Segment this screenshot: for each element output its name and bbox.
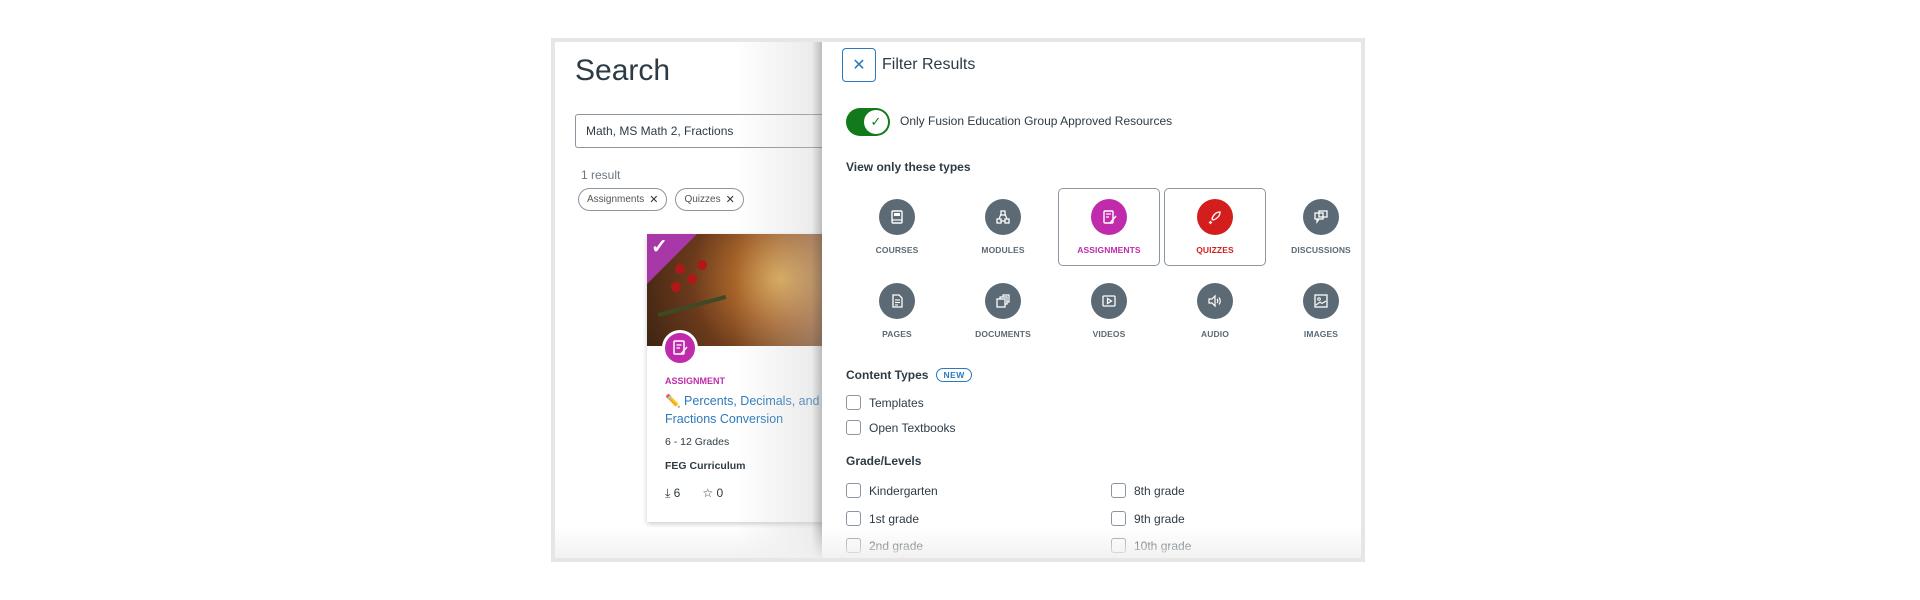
- checkbox-box[interactable]: [1111, 483, 1126, 498]
- favorites-count: 0: [716, 486, 724, 500]
- type-images[interactable]: IMAGES: [1270, 272, 1361, 350]
- search-input[interactable]: Math, MS Math 2, Fractions: [575, 114, 845, 148]
- content-types-label: Content Types: [846, 368, 929, 382]
- checkbox-box[interactable]: [846, 420, 861, 435]
- type-videos[interactable]: VIDEOS: [1058, 272, 1160, 350]
- remove-chip-icon[interactable]: ✕: [726, 193, 735, 206]
- type-filter-grid: COURSES MODULES ASSIGNMENTS QUIZZES DISC…: [846, 188, 1361, 350]
- checkbox-9th-grade[interactable]: 9th grade: [1111, 511, 1185, 526]
- checkbox-box[interactable]: [1111, 538, 1126, 553]
- checkbox-8th-grade[interactable]: 8th grade: [1111, 483, 1185, 498]
- type-quizzes[interactable]: QUIZZES: [1164, 188, 1266, 266]
- type-audio[interactable]: AUDIO: [1164, 272, 1266, 350]
- close-filter-button[interactable]: ✕: [842, 48, 876, 82]
- checkbox-label: 8th grade: [1134, 483, 1185, 498]
- checkbox-open-textbooks[interactable]: Open Textbooks: [846, 420, 956, 435]
- content-types-heading: Content Types NEW: [846, 368, 972, 382]
- close-icon: ✕: [852, 57, 866, 74]
- checkbox-box[interactable]: [1111, 511, 1126, 526]
- card-type-label: ASSIGNMENT: [665, 376, 726, 386]
- type-assignments[interactable]: ASSIGNMENTS: [1058, 188, 1160, 266]
- card-grades: 6 - 12 Grades: [665, 436, 730, 448]
- filter-panel-title: Filter Results: [882, 56, 976, 73]
- checkbox-box[interactable]: [846, 511, 861, 526]
- checkbox-label: 10th grade: [1134, 538, 1192, 553]
- type-discussions[interactable]: DISCUSSIONS: [1270, 188, 1361, 266]
- check-icon: ✓: [864, 110, 888, 134]
- card-stats: ⤓ 6 ☆ 0: [665, 486, 723, 501]
- search-page: Search Math, MS Math 2, Fractions 1 resu…: [555, 42, 845, 558]
- type-label: DOCUMENTS: [975, 329, 1031, 339]
- card-thumbnail: ✓: [647, 234, 837, 346]
- audio-icon: [1197, 283, 1233, 319]
- checkbox-1st-grade[interactable]: 1st grade: [846, 511, 919, 526]
- checkbox-label: Templates: [869, 395, 924, 410]
- quiz-rocket-icon: [1197, 199, 1233, 235]
- approved-resources-toggle[interactable]: ✓: [846, 108, 890, 136]
- type-courses[interactable]: COURSES: [846, 188, 948, 266]
- assignment-icon: [662, 330, 698, 366]
- type-pages[interactable]: PAGES: [846, 272, 948, 350]
- checkmark-icon: ✓: [651, 236, 668, 258]
- type-label: ASSIGNMENTS: [1077, 245, 1141, 255]
- filter-chip-assignments[interactable]: Assignments ✕: [578, 188, 668, 211]
- card-title-link[interactable]: ✏️ Percents, Decimals, and Fractions Con…: [665, 392, 835, 428]
- checkbox-label: 2nd grade: [869, 538, 924, 553]
- app-frame: Search Math, MS Math 2, Fractions 1 resu…: [551, 38, 1365, 562]
- type-label: VIDEOS: [1092, 329, 1126, 339]
- page-icon: [879, 283, 915, 319]
- video-icon: [1091, 283, 1127, 319]
- type-label: COURSES: [875, 245, 919, 255]
- type-label: MODULES: [981, 245, 1025, 255]
- thumbnail-herb: [657, 295, 727, 317]
- modules-icon: [985, 199, 1021, 235]
- checkbox-2nd-grade[interactable]: 2nd grade: [846, 538, 923, 553]
- filter-panel: ✕ Filter Results ✓ Only Fusion Education…: [822, 42, 1361, 558]
- chip-label: Quizzes: [684, 194, 721, 205]
- type-label: DISCUSSIONS: [1291, 245, 1351, 255]
- checkbox-box[interactable]: [846, 395, 861, 410]
- result-card[interactable]: ✓ ASSIGNMENT ✏️ Percents, Decimals, and …: [647, 234, 837, 522]
- course-icon: [879, 199, 915, 235]
- star-icon: ☆: [702, 486, 714, 500]
- toggle-label: Only Fusion Education Group Approved Res…: [900, 114, 1173, 128]
- type-label: AUDIO: [1201, 329, 1229, 339]
- type-label: PAGES: [882, 329, 912, 339]
- active-filter-chips: Assignments ✕ Quizzes ✕: [578, 188, 744, 211]
- checkbox-templates[interactable]: Templates: [846, 395, 924, 410]
- downloads-count: 6: [673, 486, 681, 500]
- types-heading: View only these types: [846, 160, 971, 174]
- new-badge: NEW: [936, 368, 972, 382]
- favorites-stat[interactable]: ☆ 0: [702, 486, 723, 501]
- type-label: IMAGES: [1303, 329, 1339, 339]
- type-modules[interactable]: MODULES: [952, 188, 1054, 266]
- checkbox-box[interactable]: [846, 483, 861, 498]
- type-label: QUIZZES: [1196, 245, 1234, 255]
- card-org: FEG Curriculum: [665, 460, 746, 472]
- checkbox-label: 1st grade: [869, 511, 920, 526]
- discussions-icon: [1303, 199, 1339, 235]
- assignment-icon: [1091, 199, 1127, 235]
- checkbox-label: Kindergarten: [869, 483, 938, 498]
- image-icon: [1303, 283, 1339, 319]
- grade-levels-heading: Grade/Levels: [846, 454, 922, 468]
- chip-label: Assignments: [587, 194, 645, 205]
- thumbnail-tomato: [697, 260, 707, 270]
- checkbox-box[interactable]: [846, 538, 861, 553]
- filter-chip-quizzes[interactable]: Quizzes ✕: [675, 188, 744, 211]
- type-documents[interactable]: DOCUMENTS: [952, 272, 1054, 350]
- downloads-stat: ⤓ 6: [665, 486, 680, 501]
- result-count: 1 result: [581, 168, 621, 182]
- checkbox-kindergarten[interactable]: Kindergarten: [846, 483, 938, 498]
- checkbox-label: Open Textbooks: [869, 420, 956, 435]
- page-title: Search: [575, 54, 671, 87]
- remove-chip-icon[interactable]: ✕: [649, 193, 658, 206]
- documents-icon: [985, 283, 1021, 319]
- download-icon: ⤓: [665, 486, 671, 500]
- checkbox-10th-grade[interactable]: 10th grade: [1111, 538, 1191, 553]
- checkbox-label: 9th grade: [1134, 511, 1185, 526]
